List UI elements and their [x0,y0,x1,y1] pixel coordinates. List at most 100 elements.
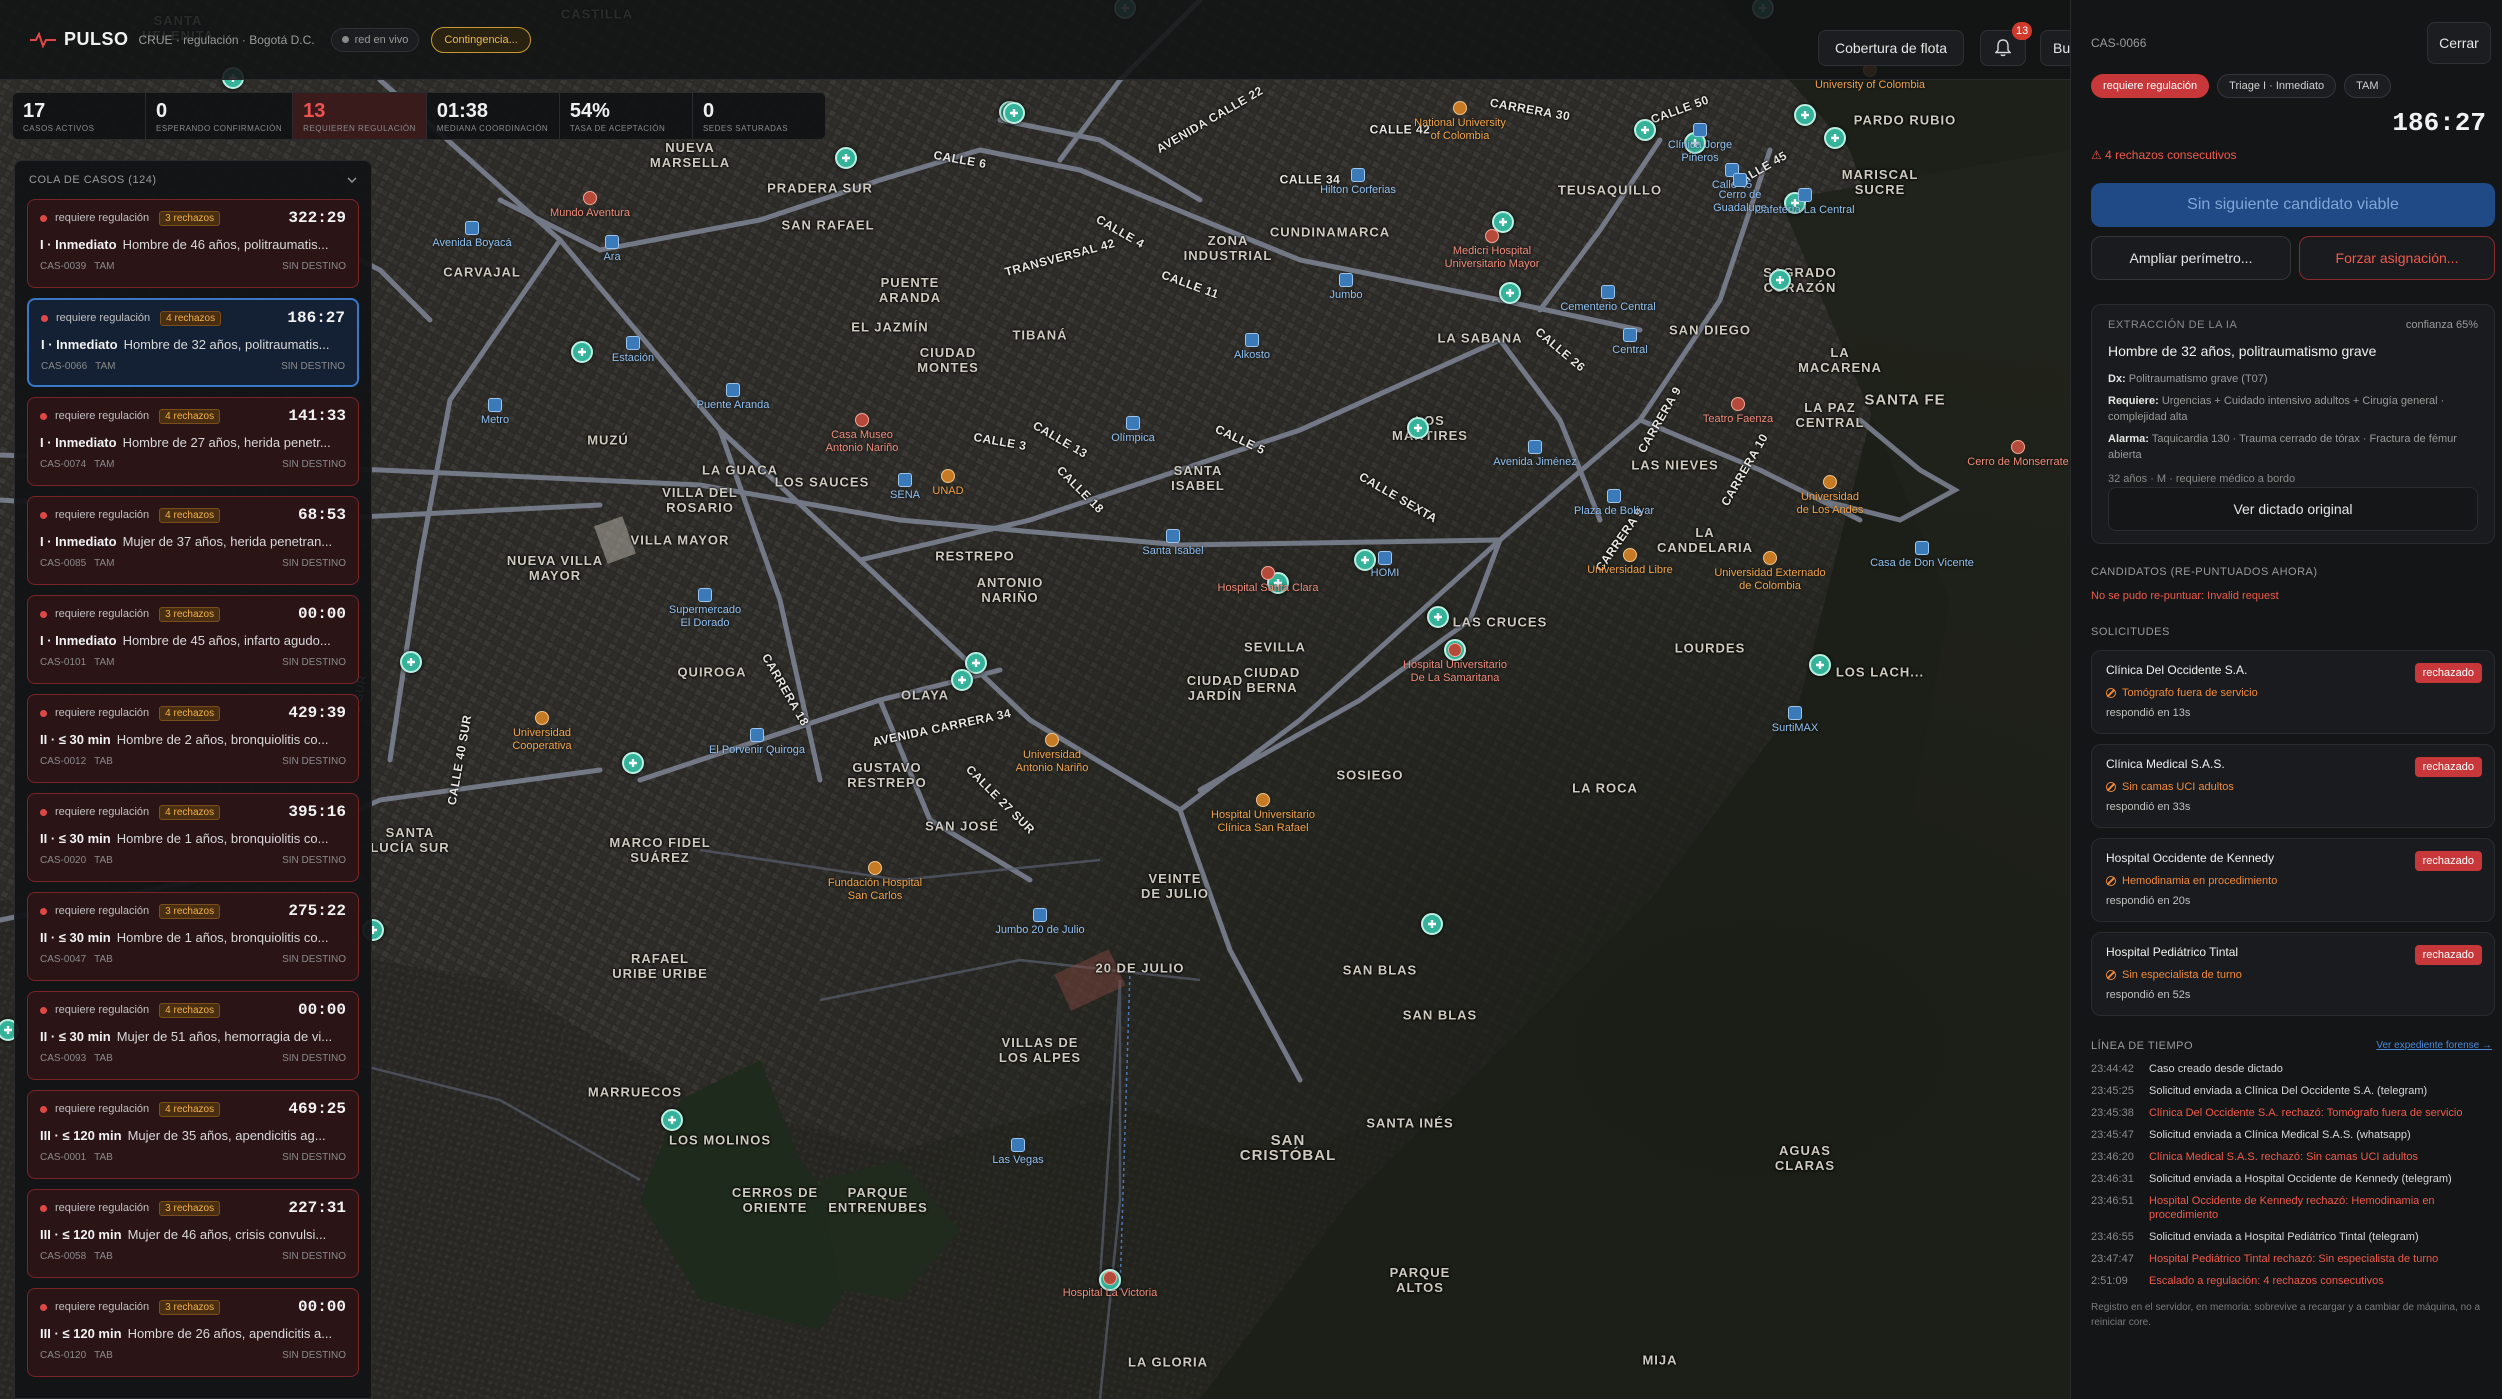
place-pin-icon[interactable] [1448,643,1462,657]
hospital-marker-icon[interactable] [1794,104,1816,126]
place-pin-icon[interactable] [1485,229,1499,243]
no-candidate-button[interactable]: Sin siguiente candidato viable [2091,183,2495,227]
case-card[interactable]: requiere regulación 4 rechazos 469:25 III ·… [27,1090,359,1179]
case-card[interactable]: requiere regulación 3 rechazos 322:29 I · I… [27,199,359,288]
case-card[interactable]: requiere regulación 3 rechazos 227:31 III ·… [27,1189,359,1278]
request-card[interactable]: Hospital Pediátrico Tintal rechazado Sin e… [2091,932,2495,1016]
place-pin-icon[interactable] [535,711,549,725]
place-pin-icon[interactable] [1339,273,1353,287]
place-pin-icon[interactable] [1528,440,1542,454]
case-card[interactable]: requiere regulación 4 rechazos 141:33 I · I… [27,397,359,486]
place-pin-icon[interactable] [855,413,869,427]
place-pin-icon[interactable] [1126,416,1140,430]
forensic-record-link[interactable]: Ver expediente forense → [2376,1040,2492,1051]
neighborhood-label: VILLAS DE LOS ALPES [998,1035,1082,1065]
hospital-marker-icon[interactable] [1769,269,1791,291]
place-pin-icon[interactable] [1166,529,1180,543]
expand-perimeter-button[interactable]: Ampliar perímetro... [2091,236,2291,280]
place-pin-icon[interactable] [1378,551,1392,565]
place-pin-icon[interactable] [1351,168,1365,182]
brand[interactable]: PULSO CRUE · regulación · Bogotá D.C. [30,29,315,50]
force-assignment-button[interactable]: Forzar asignación... [2299,236,2495,280]
stat-acceptance-rate[interactable]: 54% TASA DE ACEPTACIÓN [560,93,693,139]
hospital-marker-icon[interactable] [835,147,857,169]
place-pin-icon[interactable] [1261,566,1275,580]
request-card[interactable]: Clínica Del Occidente S.A. rechazado Tomóg… [2091,650,2495,734]
case-card[interactable]: requiere regulación 3 rechazos 00:00 III · … [27,1288,359,1377]
place-pin-icon[interactable] [2011,440,2025,454]
place-pin-icon[interactable] [1798,188,1812,202]
case-card[interactable]: requiere regulación 3 rechazos 00:00 I · In… [27,595,359,684]
case-card[interactable]: requiere regulación 4 rechazos 186:27 I · I… [27,298,359,387]
neighborhood-label: NUEVA MARSELLA [649,140,731,170]
place-pin-icon[interactable] [488,398,502,412]
stat-active-cases[interactable]: 17 CASOS ACTIVOS [13,93,147,139]
status-dot-icon [40,1303,47,1311]
hospital-marker-icon[interactable] [1824,127,1846,149]
place-pin-icon[interactable] [583,191,597,205]
case-card[interactable]: requiere regulación 4 rechazos 395:16 II · … [27,793,359,882]
place-pin-icon[interactable] [1103,1271,1117,1285]
request-card[interactable]: Hospital Occidente de Kennedy rechazado He… [2091,838,2495,922]
place-pin-icon[interactable] [1245,333,1259,347]
place-pin-icon[interactable] [1623,548,1637,562]
stat-awaiting-confirmation[interactable]: 0 ESPERANDO CONFIRMACIÓN [146,93,294,139]
place-pin-icon[interactable] [605,235,619,249]
place-pin-icon[interactable] [1033,908,1047,922]
hospital-marker-icon[interactable] [622,752,644,774]
place-pin-icon[interactable] [1045,733,1059,747]
close-button[interactable]: Cerrar [2427,22,2491,64]
place-pin-icon[interactable] [1731,397,1745,411]
queue-header[interactable]: COLA DE CASOS (124) [15,161,371,199]
request-card[interactable]: Clínica Medical S.A.S. rechazado Sin camas… [2091,744,2495,828]
case-card[interactable]: requiere regulación 4 rechazos 00:00 II · ≤… [27,991,359,1080]
hospital-marker-icon[interactable] [661,1109,683,1131]
hospital-marker-icon[interactable] [1427,606,1449,628]
case-card[interactable]: requiere regulación 3 rechazos 275:22 II · … [27,892,359,981]
place-pin-icon[interactable] [1453,101,1467,115]
fleet-coverage-button[interactable]: Cobertura de flota [1818,30,1965,66]
stat-require-regulation[interactable]: 13 REQUIEREN REGULACIÓN [293,93,427,139]
stat-median-coordination[interactable]: 01:38 MEDIANA COORDINACIÓN [427,93,560,139]
place-pin-icon[interactable] [726,383,740,397]
place-pin-icon[interactable] [1623,328,1637,342]
place-pin-icon[interactable] [465,221,479,235]
hospital-marker-icon[interactable] [1809,654,1831,676]
place-pin-icon[interactable] [1601,285,1615,299]
timeline-text: Solicitud enviada a Clínica Del Occident… [2149,1085,2428,1097]
place-pin-icon[interactable] [1915,541,1929,555]
hospital-marker-icon[interactable] [1407,417,1429,439]
case-card[interactable]: requiere regulación 4 rechazos 429:39 II · … [27,694,359,783]
view-dictation-button[interactable]: Ver dictado original [2108,487,2478,531]
hospital-marker-icon[interactable] [1499,282,1521,304]
place-pin-icon[interactable] [898,473,912,487]
ai-alarm-value: Taquicardia 130 · Trauma cerrado de tóra… [2108,433,2457,461]
place-pin-icon[interactable] [868,861,882,875]
place-pin-icon[interactable] [941,469,955,483]
place-pin-icon[interactable] [1763,551,1777,565]
place-pin-icon[interactable] [1693,123,1707,137]
place-pin-icon[interactable] [698,588,712,602]
place-pin-icon[interactable] [1011,1138,1025,1152]
place-pin-icon[interactable] [1788,706,1802,720]
hospital-marker-icon[interactable] [571,341,593,363]
hospital-marker-icon[interactable] [400,651,422,673]
chevron-down-icon[interactable] [347,177,357,183]
hospital-marker-icon[interactable] [1634,119,1656,141]
stat-saturated-sites[interactable]: 0 SEDES SATURADAS [693,93,825,139]
place-pin-icon[interactable] [1823,475,1837,489]
hospital-marker-icon[interactable] [1421,913,1443,935]
hospital-marker-icon[interactable] [951,669,973,691]
place-pin-icon[interactable] [1607,489,1621,503]
place-label: Hospital La Victoria [1062,1287,1158,1299]
case-card[interactable]: requiere regulación 4 rechazos 68:53 I · In… [27,496,359,585]
place-pin-icon[interactable] [1733,173,1747,187]
place-pin-icon[interactable] [750,728,764,742]
hospital-marker-icon[interactable] [1003,102,1025,124]
contingency-mode-button[interactable]: Contingencia... [431,26,531,53]
place-pin-icon[interactable] [1256,793,1270,807]
neighborhood-label: MIJA [1642,1352,1678,1368]
case-description: Hombre de 45 años, infarto agudo... [122,632,331,648]
rejections-badge: 3 rechazos [159,1299,221,1315]
place-pin-icon[interactable] [626,336,640,350]
